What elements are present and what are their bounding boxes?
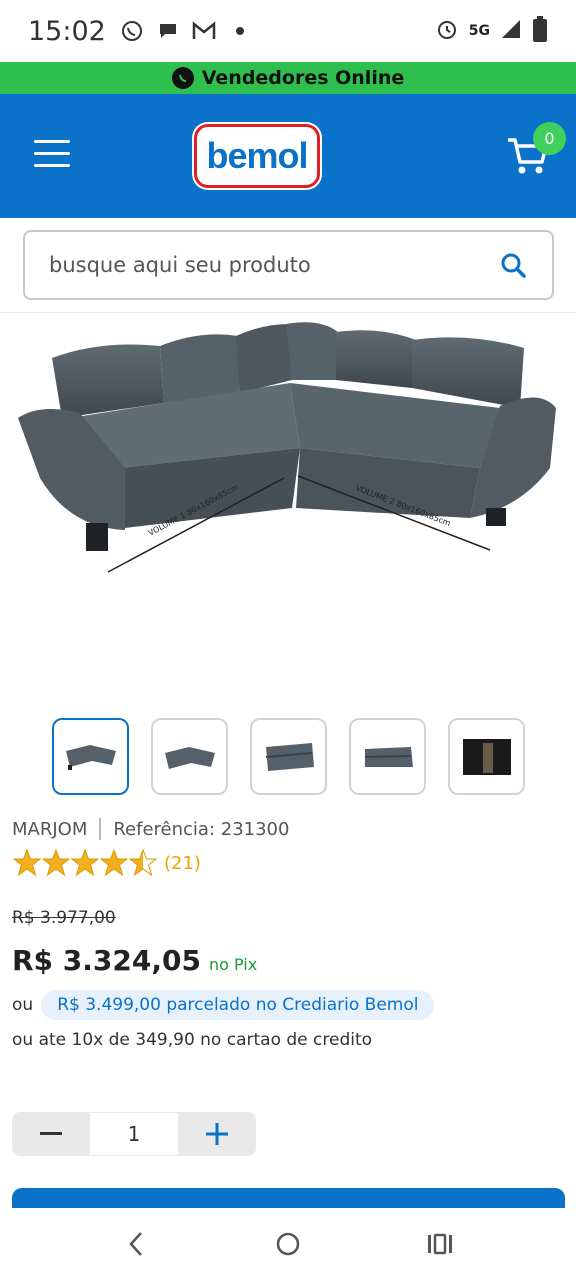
back-icon[interactable] [116,1224,156,1264]
thumbnail-1[interactable] [52,718,129,795]
half-star-icon [128,848,158,877]
product-rating[interactable]: (21) [12,848,201,878]
star-icon [41,848,71,877]
cart-count-badge: 0 [533,122,566,155]
star-icon [70,848,100,877]
logo-text: bemol [206,135,308,176]
separator [99,818,102,840]
bemol-logo[interactable]: bemol [194,124,320,188]
crediario-badge[interactable]: R$ 3.499,00 parcelado no Crediario Bemol [41,990,435,1020]
thumbnail-3[interactable] [250,718,327,795]
brand-reference-line: MARJOM Referência: 231300 [12,818,289,840]
price-block: R$ 3.324,05 no Pix [12,944,257,977]
brand-name[interactable]: MARJOM [12,819,87,840]
vendedores-online-bar[interactable]: Vendedores Online [0,62,576,94]
quantity-stepper: 1 [12,1112,256,1156]
thumbnail-strip [52,718,525,795]
thumbnail-5[interactable] [448,718,525,795]
thumbnail-2[interactable] [151,718,228,795]
decrease-quantity-button[interactable] [12,1112,90,1156]
vendedores-online-label: Vendedores Online [201,67,405,89]
star-icon [12,848,42,877]
whatsapp-status-icon [118,17,146,45]
star-icon [99,848,129,877]
home-icon[interactable] [268,1224,308,1264]
card-installments: ou ate 10x de 349,90 no cartao de credit… [12,1030,373,1050]
status-time: 15:02 [28,15,106,47]
pix-price: R$ 3.324,05 [12,944,201,977]
chat-status-icon [154,17,182,45]
system-nav-bar [0,1208,576,1280]
recent-apps-icon[interactable] [420,1224,460,1264]
quantity-value[interactable]: 1 [90,1112,178,1156]
pix-label: no Pix [208,955,258,974]
search-box [23,230,554,300]
battery-icon [532,16,548,46]
status-bar: 15:02 5G [0,0,576,62]
ou-label: ou [12,995,34,1015]
increase-quantity-button[interactable] [178,1112,256,1156]
gmail-status-icon [190,17,218,45]
network-type: 5G [468,23,490,39]
search-input[interactable] [49,253,498,277]
menu-icon[interactable] [34,140,70,170]
old-price: R$ 3.977,00 [12,908,116,928]
divider [0,312,576,313]
site-header: bemol [0,94,576,218]
rating-stars [12,848,158,877]
product-main-image[interactable]: VOLUME 1 80x160x85cm VOLUME 2 80x160x85c… [0,318,576,708]
thumbnail-4[interactable] [349,718,426,795]
signal-icon [500,18,522,44]
reference: Referência: 231300 [113,818,290,840]
whatsapp-icon [171,67,194,89]
dot-status-icon [226,17,254,45]
crediario-line: ou R$ 3.499,00 parcelado no Crediario Be… [12,990,435,1020]
alarm-icon [435,17,459,45]
search-icon[interactable] [498,250,528,280]
rating-count: (21) [164,852,201,874]
